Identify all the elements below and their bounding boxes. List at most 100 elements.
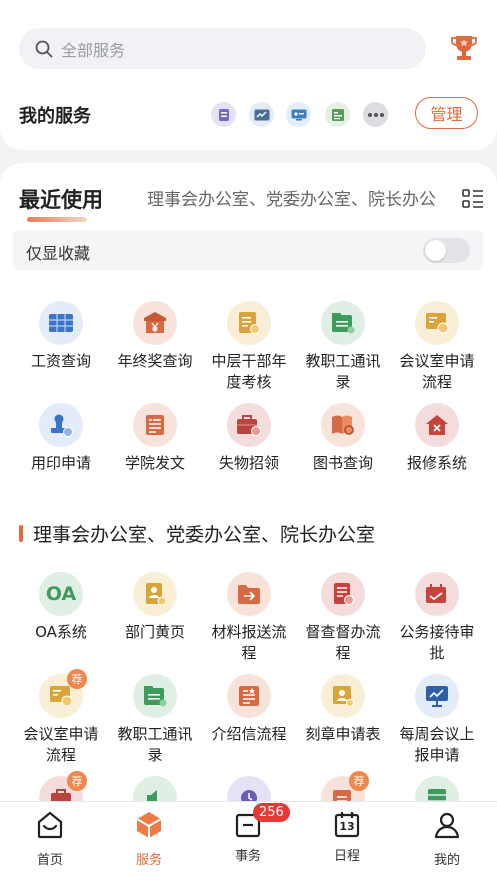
- tab-services[interactable]: 服务: [109, 810, 189, 868]
- recommend-badge: 荐: [67, 771, 87, 791]
- service-item[interactable]: 工资查询: [14, 301, 108, 372]
- bottom-tab-bar: 首页 服务 256 事务 13 日程 我的: [0, 801, 497, 883]
- introduction-letter-icon: [227, 674, 271, 718]
- service-label: 会议室申请流程: [399, 352, 475, 391]
- office-section-title: 理事会办公室、党委办公室、院长办公室: [33, 524, 376, 546]
- document-icon: [218, 108, 229, 121]
- category-tab[interactable]: 理事会办公室、党委办公室、院长办公: [147, 185, 449, 210]
- seal-application-icon: [321, 674, 365, 718]
- chart-screen-icon: [254, 109, 269, 120]
- recommend-badge: 荐: [67, 669, 87, 689]
- tab-label: 我的: [433, 853, 460, 868]
- service-item[interactable]: 公务接待审批: [390, 572, 484, 664]
- profile-icon: [434, 812, 460, 839]
- tab-affairs[interactable]: 256 事务: [208, 803, 290, 864]
- service-item[interactable]: 教职工通讯录: [296, 301, 390, 393]
- meeting-room-icon: [415, 301, 459, 345]
- recent-title[interactable]: 最近使用: [19, 184, 103, 214]
- tab-label: 服务: [135, 853, 162, 868]
- recent-tab-indicator: [27, 217, 87, 222]
- service-item[interactable]: 每周会议上报申请: [390, 674, 484, 766]
- service-label: 用印申请: [30, 454, 91, 472]
- tab-schedule[interactable]: 13 日程: [307, 810, 387, 864]
- repair-house-icon: [415, 403, 459, 447]
- service-item[interactable]: 会议室申请流程: [390, 301, 484, 393]
- service-label: 报修系统: [406, 454, 467, 472]
- favorites-only-toggle[interactable]: [423, 238, 470, 263]
- manage-button[interactable]: 管理: [415, 97, 478, 129]
- service-item[interactable]: 刻章申请表: [296, 674, 390, 745]
- service-cube-icon: [136, 812, 162, 838]
- my-service-shortcut-4[interactable]: [325, 102, 350, 127]
- service-label: 每周会议上报申请: [399, 725, 475, 764]
- tab-home[interactable]: 首页: [10, 810, 90, 868]
- seal-stamp-icon: [39, 403, 83, 447]
- service-item[interactable]: 介绍信流程: [202, 674, 296, 745]
- service-label: 部门黄页: [124, 623, 185, 641]
- tab-profile[interactable]: 我的: [407, 810, 487, 868]
- folder-submit-icon: [227, 572, 271, 616]
- toggle-knob: [425, 240, 446, 261]
- book-search-icon: [321, 403, 365, 447]
- service-item[interactable]: 报修系统: [390, 403, 484, 474]
- oa-icon-text: OA: [45, 583, 77, 605]
- calendar-day: 13: [339, 820, 355, 833]
- service-item[interactable]: 中层干部年度考核: [202, 301, 296, 393]
- cadre-assessment-icon: [227, 301, 271, 345]
- office-section-header: 理事会办公室、党委办公室、院长办公室: [19, 520, 375, 547]
- salary-table-icon: [39, 301, 83, 345]
- tab-label: 日程: [333, 849, 360, 864]
- search-bar[interactable]: 全部服务: [19, 28, 426, 69]
- service-item[interactable]: 材料报送流程: [202, 572, 296, 664]
- search-placeholder: 全部服务: [61, 40, 126, 60]
- oa-text-icon: OA: [39, 572, 83, 616]
- favorites-filter-bar: 仅显收藏: [13, 230, 483, 270]
- supervision-icon: [321, 572, 365, 616]
- yellow-pages-icon: [133, 572, 177, 616]
- bonus-yen-icon: [133, 301, 177, 345]
- weekly-meeting-icon: [415, 674, 459, 718]
- service-label: 失物招领: [218, 454, 279, 472]
- my-service-shortcut-3[interactable]: [286, 102, 311, 127]
- service-item[interactable]: 图书查询: [296, 403, 390, 474]
- staff-contacts-icon: [321, 301, 365, 345]
- services-panel: 最近使用 理事会办公室、党委办公室、院长办公 仅显收藏 工资查询 年终奖查询 中…: [0, 163, 497, 883]
- service-item[interactable]: 学院发文: [108, 403, 202, 474]
- lost-found-icon: [227, 403, 271, 447]
- service-label: 介绍信流程: [211, 725, 287, 743]
- more-dots-icon: [367, 112, 384, 117]
- calendar-icon: 13: [332, 810, 362, 840]
- trophy-icon[interactable]: [451, 34, 477, 62]
- service-item[interactable]: OA OA系统: [14, 572, 108, 643]
- top-card: 全部服务 我的服务 管理: [0, 0, 497, 150]
- more-services-button[interactable]: [363, 102, 388, 127]
- service-item[interactable]: 部门黄页: [108, 572, 202, 643]
- home-icon: [37, 811, 63, 839]
- my-service-shortcut-2[interactable]: [249, 102, 274, 127]
- my-service-shortcut-1[interactable]: [211, 102, 236, 127]
- service-label: 工资查询: [30, 352, 91, 370]
- service-item[interactable]: 督查督办流程: [296, 572, 390, 664]
- service-label: 中层干部年度考核: [211, 352, 287, 391]
- service-label: 图书查询: [312, 454, 373, 472]
- section-marker: [19, 525, 23, 542]
- service-label: 督查督办流程: [305, 623, 381, 662]
- service-label: 公务接待审批: [399, 623, 475, 662]
- service-label: 学院发文: [124, 454, 185, 472]
- document-issue-icon: [133, 403, 177, 447]
- staff-contacts-icon: [133, 674, 177, 718]
- service-item[interactable]: 年终奖查询: [108, 301, 202, 372]
- service-item[interactable]: 用印申请: [14, 403, 108, 474]
- service-label: OA系统: [35, 623, 87, 641]
- recommend-badge: 荐: [349, 771, 369, 791]
- service-item[interactable]: 荐 会议室申请流程: [14, 669, 108, 766]
- id-card-icon: [331, 108, 344, 121]
- search-icon: [35, 40, 53, 57]
- service-label: 会议室申请流程: [23, 725, 99, 764]
- reception-approval-icon: [415, 572, 459, 616]
- meeting-room-icon: 荐: [39, 669, 87, 718]
- tab-label: 事务: [234, 849, 261, 864]
- service-item[interactable]: 失物招领: [202, 403, 296, 474]
- service-item[interactable]: 教职工通讯录: [108, 674, 202, 766]
- category-list-icon[interactable]: [462, 188, 484, 210]
